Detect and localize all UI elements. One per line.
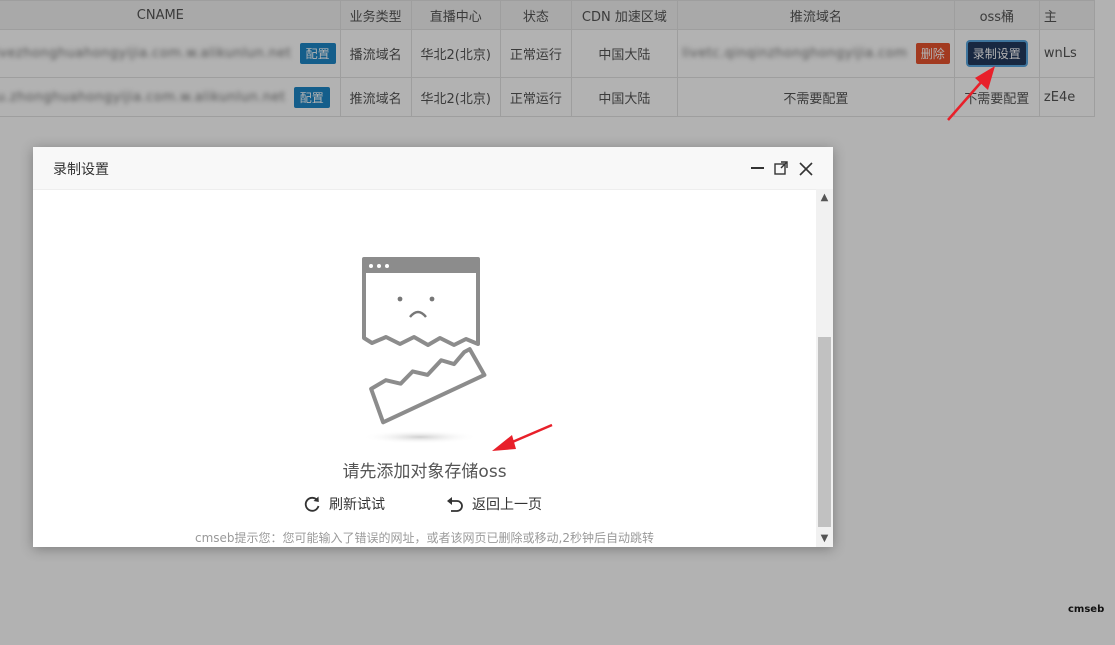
empty-state-message: 请先添加对象存储oss	[342, 462, 507, 482]
close-icon[interactable]	[796, 157, 816, 177]
annotation-arrow-icon	[492, 423, 553, 451]
watermark-logo: cmseb	[1068, 604, 1105, 615]
scroll-thumb[interactable]	[818, 337, 831, 527]
maximize-icon[interactable]	[771, 157, 791, 177]
hint-text: cmseb提示您：您可能输入了错误的网址，或者该网页已删除或移动,2秒钟后自动跳…	[195, 531, 654, 545]
record-settings-dialog: 录制设置 请先添加对象存储oss 刷新试试 返回上一页 cmseb提示您：您可能…	[33, 147, 833, 547]
refresh-link[interactable]: 刷新试试	[303, 494, 385, 514]
dialog-title: 录制设置	[53, 162, 109, 178]
refresh-label: 刷新试试	[329, 497, 385, 513]
back-icon	[447, 497, 463, 512]
dialog-scrollbar[interactable]: ▲ ▼	[816, 189, 833, 547]
back-link[interactable]: 返回上一页	[446, 494, 542, 514]
back-label: 返回上一页	[472, 497, 542, 513]
minimize-icon[interactable]	[747, 157, 767, 177]
scroll-up-icon[interactable]: ▲	[816, 189, 833, 206]
dialog-header: 录制设置	[33, 147, 833, 190]
dialog-body: 请先添加对象存储oss 刷新试试 返回上一页 cmseb提示您：您可能输入了错误…	[33, 189, 833, 547]
scroll-down-icon[interactable]: ▼	[816, 530, 833, 547]
refresh-icon	[304, 496, 320, 512]
